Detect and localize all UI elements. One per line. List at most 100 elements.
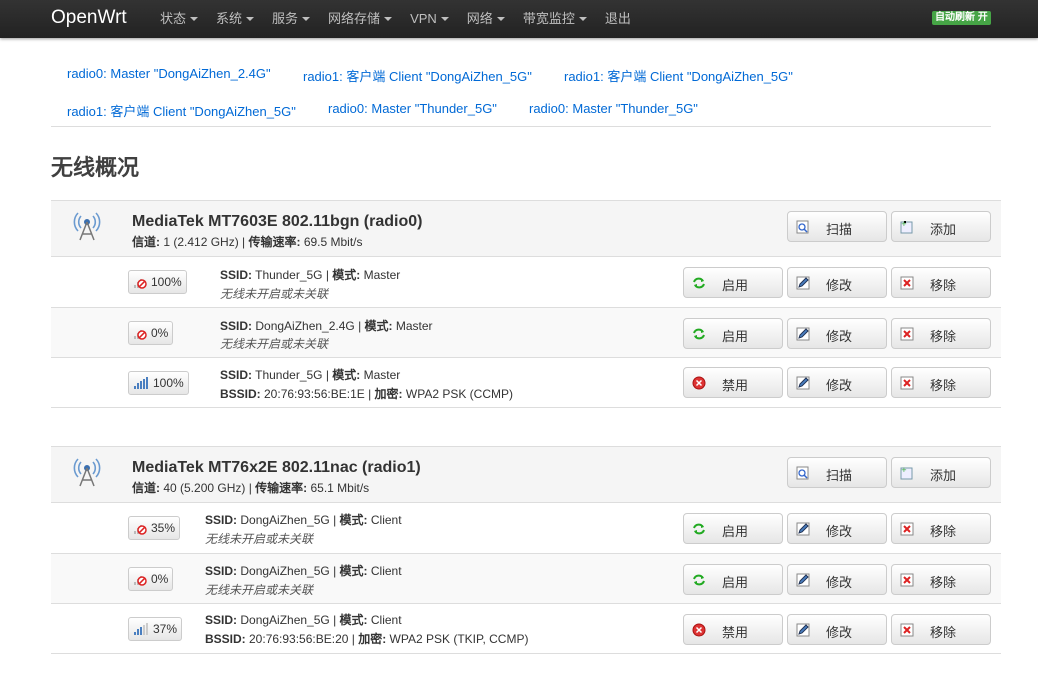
rate-value: 69.5 Mbit/s [300, 235, 363, 249]
enc-label: 加密: [374, 387, 403, 401]
mode-value: Master [392, 319, 433, 333]
nav-system[interactable]: 系统 [216, 0, 255, 38]
nav-label: 状态 [160, 11, 187, 26]
caret-down-icon [440, 17, 449, 21]
ssid-value: DongAiZhen_2.4G | [252, 319, 365, 333]
caret-down-icon [496, 17, 505, 21]
tab-link[interactable]: radio1: 客户端 Client "DongAiZhen_5G" [67, 101, 296, 120]
mode-value: Master [360, 268, 401, 282]
disable-button[interactable]: 禁用 [683, 367, 783, 398]
tab-link[interactable]: radio0: Master "Thunder_5G" [328, 101, 497, 116]
enc-label: 加密: [358, 632, 387, 646]
button-label: 禁用 [721, 625, 748, 640]
signal-value: 100% [153, 376, 184, 390]
ssid-value: Thunder_5G | [252, 368, 333, 382]
signal-badge: 100% [128, 371, 189, 395]
network-summary: SSID: DongAiZhen_5G | 模式: Client [205, 511, 402, 528]
remove-button[interactable]: 移除 [891, 267, 991, 298]
enc-value: WPA2 PSK (TKIP, CCMP) [386, 632, 529, 646]
signal-badge: 0% [128, 567, 174, 591]
wireless-antenna-icon [73, 458, 101, 487]
enable-button[interactable]: 启用 [683, 267, 783, 298]
nav-vpn[interactable]: VPN [410, 0, 449, 38]
network-row: 100% SSID: Thunder_5G | 模式: Master BSSID… [51, 358, 1001, 408]
top-navbar: OpenWrt 状态 系统 服务 网络存储 VPN 网络 带宽监控 退出 自动刷… [0, 0, 1038, 38]
scan-button[interactable]: 扫描 [787, 211, 887, 242]
device-section-radio1: MediaTek MT76x2E 802.11nac (radio1) 信道: … [51, 446, 1001, 656]
ssid-value: DongAiZhen_5G | [237, 613, 340, 627]
add-button[interactable]: + 添加 [891, 457, 991, 488]
signal-badge: 35% [128, 516, 181, 540]
signal-strength-icon [134, 377, 148, 389]
button-label: 修改 [825, 329, 852, 344]
button-label: 添加 [929, 468, 956, 483]
ssid-label: SSID: [205, 564, 238, 578]
scan-button[interactable]: 扫描 [787, 457, 887, 488]
tab-link[interactable]: radio0: Master "DongAiZhen_2.4G" [67, 66, 271, 81]
signal-value: 0% [151, 572, 169, 586]
remove-button[interactable]: 移除 [891, 318, 991, 349]
edit-button[interactable]: 修改 [787, 513, 887, 544]
edit-button[interactable]: 修改 [787, 564, 887, 595]
nav-label: 网络 [466, 11, 493, 26]
button-label: 禁用 [721, 378, 748, 393]
network-status: 无线未开启或未关联 [220, 287, 329, 301]
ssid-label: SSID: [220, 368, 253, 382]
channel-value: 40 (5.200 GHz) | [160, 481, 256, 495]
network-summary: SSID: DongAiZhen_5G | 模式: Client [205, 562, 402, 579]
bssid-value: 20:76:93:56:BE:20 | [245, 632, 359, 646]
button-label: 启用 [721, 575, 748, 590]
remove-button[interactable]: 移除 [891, 614, 991, 645]
caret-down-icon [384, 17, 393, 21]
button-label: 启用 [721, 278, 748, 293]
signal-value: 37% [153, 622, 178, 636]
signal-disabled-icon [134, 279, 147, 289]
edit-button[interactable]: 修改 [787, 318, 887, 349]
signal-disabled-icon [134, 525, 147, 535]
tab-link[interactable]: radio0: Master "Thunder_5G" [529, 101, 698, 116]
enable-button[interactable]: 启用 [683, 513, 783, 544]
rate-label: 传输速率: [255, 481, 308, 495]
add-button[interactable]: + 添加 [891, 211, 991, 242]
edit-button[interactable]: 修改 [787, 367, 887, 398]
tab-link[interactable]: radio1: 客户端 Client "DongAiZhen_5G" [303, 66, 532, 85]
ssid-value: DongAiZhen_5G | [237, 564, 340, 578]
ssid-value: Thunder_5G | [252, 268, 333, 282]
enable-button[interactable]: 启用 [683, 564, 783, 595]
remove-button[interactable]: 移除 [891, 513, 991, 544]
nav-logout[interactable]: 退出 [605, 0, 631, 38]
enc-value: WPA2 PSK (CCMP) [402, 387, 514, 401]
signal-badge: 37% [128, 617, 183, 641]
nav-bandwidth[interactable]: 带宽监控 [523, 0, 587, 38]
button-label: 修改 [825, 575, 852, 590]
button-label: 修改 [825, 278, 852, 293]
remove-button[interactable]: 移除 [891, 564, 991, 595]
auto-refresh-toggle[interactable]: 自动刷新 开 [932, 11, 991, 25]
brand-logo[interactable]: OpenWrt [51, 7, 127, 29]
interface-tabs: radio0: Master "DongAiZhen_2.4G" radio1:… [51, 56, 991, 127]
caret-down-icon [302, 17, 311, 21]
button-label: 修改 [825, 524, 852, 539]
tab-link[interactable]: radio1: 客户端 Client "DongAiZhen_5G" [564, 66, 793, 85]
disable-button[interactable]: 禁用 [683, 614, 783, 645]
nav-status[interactable]: 状态 [160, 0, 199, 38]
nav-network[interactable]: 网络 [467, 0, 505, 38]
remove-button[interactable]: 移除 [891, 367, 991, 398]
bssid-label: BSSID: [220, 387, 261, 401]
enable-button[interactable]: 启用 [683, 318, 783, 349]
mode-value: Master [360, 368, 401, 382]
caret-down-icon [578, 17, 587, 21]
button-label: 移除 [929, 575, 956, 590]
rate-label: 传输速率: [248, 235, 301, 249]
mode-label: 模式: [339, 613, 368, 627]
device-section-radio0: MediaTek MT7603E 802.11bgn (radio0) 信道: … [51, 200, 1001, 408]
nav-nas[interactable]: 网络存储 [328, 0, 393, 38]
network-row: 35% SSID: DongAiZhen_5G | 模式: Client 无线未… [51, 503, 1001, 554]
nav-services[interactable]: 服务 [272, 0, 311, 38]
channel-value: 1 (2.412 GHz) | [160, 235, 249, 249]
edit-button[interactable]: 修改 [787, 614, 887, 645]
page-title: 无线概况 [51, 155, 140, 180]
network-bssid: BSSID: 20:76:93:56:BE:1E | 加密: WPA2 PSK … [220, 385, 513, 402]
edit-button[interactable]: 修改 [787, 267, 887, 298]
mode-value: Client [367, 513, 402, 527]
